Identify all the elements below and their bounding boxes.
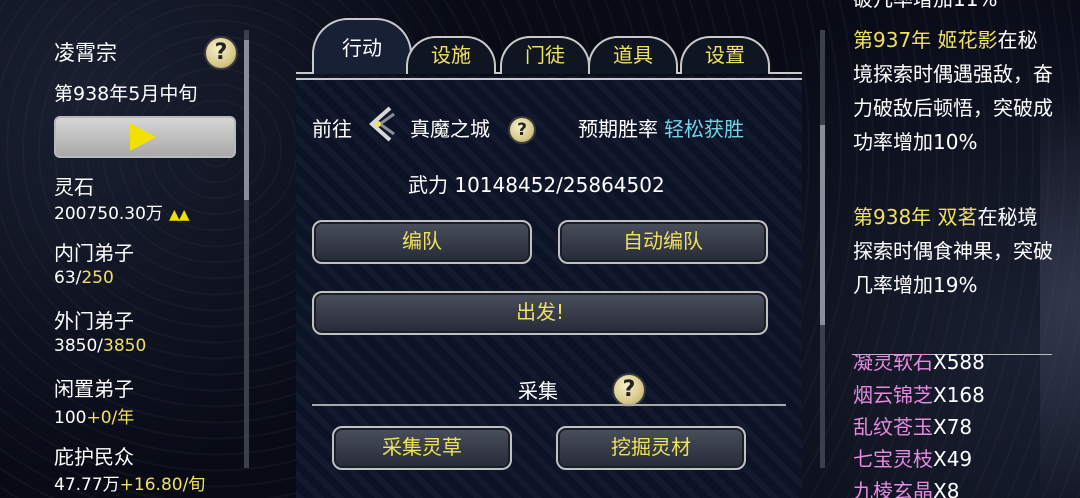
collect-herb-button[interactable]: 采集灵草 — [332, 426, 512, 470]
win-rate-value: 轻松获胜 — [664, 117, 744, 141]
tab-disciples[interactable]: 门徒 — [500, 36, 590, 74]
inventory-item: 七宝灵枝X49 — [853, 447, 973, 471]
auto-team-button[interactable]: 自动编队 — [558, 220, 768, 264]
inventory-list[interactable]: 凝灵软石X588 烟云锦芝X168 乱纹苍玉X78 七宝灵枝X49 九棱玄晶X8 — [853, 354, 1053, 498]
left-scroll-thumb[interactable] — [244, 40, 249, 200]
win-rate: 预期胜率 轻松获胜 — [578, 117, 744, 141]
action-panel: 行动 设施 门徒 道具 设置 前往 真魔之城 ? 预期胜率 轻松获胜 武力 101… — [296, 0, 802, 498]
log-entry: 第938年 双茗在秘境探索时偶食神果，突破几率增加19% — [853, 205, 1053, 297]
inventory-item: 九棱玄晶X8 — [853, 479, 960, 498]
tab-settings[interactable]: 设置 — [680, 36, 770, 74]
dig-material-button[interactable]: 挖掘灵材 — [556, 426, 746, 470]
tab-items[interactable]: 道具 — [588, 36, 678, 74]
depart-button[interactable]: 出发! — [312, 291, 768, 335]
collect-help-question-icon[interactable]: ? — [612, 373, 646, 407]
arrow-selector-icon[interactable] — [366, 104, 396, 144]
section-divider — [312, 404, 786, 406]
idle-disciples-label: 闲置弟子 — [54, 377, 134, 401]
idle-disciples-value: 100+0/年 — [54, 408, 135, 428]
play-icon — [130, 123, 156, 151]
sect-name: 凌霄宗 — [54, 41, 117, 65]
inventory-item: 烟云锦芝X168 — [853, 383, 985, 407]
collect-section-title: 采集 — [518, 379, 558, 403]
log-scrollbar[interactable] — [820, 30, 825, 468]
left-scrollbar[interactable] — [244, 30, 249, 468]
log-entry-cut: 破几率增加11% — [853, 0, 1053, 16]
help-question-icon[interactable]: ? — [204, 36, 238, 70]
increase-arrows-icon: ▲▲ — [168, 207, 190, 223]
event-log-panel: 破几率增加11% 第937年 姬花影在秘境探索时偶遇强敌，奋力破敌后顿悟，突破成… — [820, 0, 1080, 498]
team-button[interactable]: 编队 — [312, 220, 532, 264]
tab-action[interactable]: 行动 — [312, 18, 412, 74]
advance-time-button[interactable] — [54, 116, 236, 158]
game-date: 第938年5月中旬 — [54, 83, 198, 105]
target-location: 真魔之城 — [410, 117, 490, 141]
spirit-stone-value: 200750.30万 ▲▲ — [54, 204, 190, 224]
inner-disciples-value: 63/250 — [54, 268, 114, 288]
tab-bar: 行动 设施 门徒 道具 设置 — [296, 8, 802, 80]
spirit-stone-label: 灵石 — [54, 175, 94, 199]
inventory-item: 凝灵软石X588 — [853, 354, 985, 374]
tab-facilities[interactable]: 设施 — [406, 36, 496, 74]
goto-label: 前往 — [312, 117, 352, 141]
outer-disciples-label: 外门弟子 — [54, 309, 134, 333]
sect-info-panel: 凌霄宗 ? 第938年5月中旬 灵石 200750.30万 ▲▲ 内门弟子 63/… — [44, 0, 244, 498]
sheltered-people-value: 47.77万+16.80/旬 — [54, 475, 206, 495]
outer-disciples-value: 3850/3850 — [54, 336, 147, 356]
sheltered-people-label: 庇护民众 — [54, 445, 134, 469]
force-readout: 武力 10148452/25864502 — [408, 173, 665, 197]
log-scroll-thumb[interactable] — [820, 125, 825, 325]
log-entry: 第937年 姬花影在秘境探索时偶遇强敌，奋力破敌后顿悟，突破成功率增加10% — [853, 28, 1053, 154]
inventory-item: 乱纹苍玉X78 — [853, 415, 973, 439]
inner-disciples-label: 内门弟子 — [54, 241, 134, 265]
target-help-question-icon[interactable]: ? — [508, 116, 536, 144]
